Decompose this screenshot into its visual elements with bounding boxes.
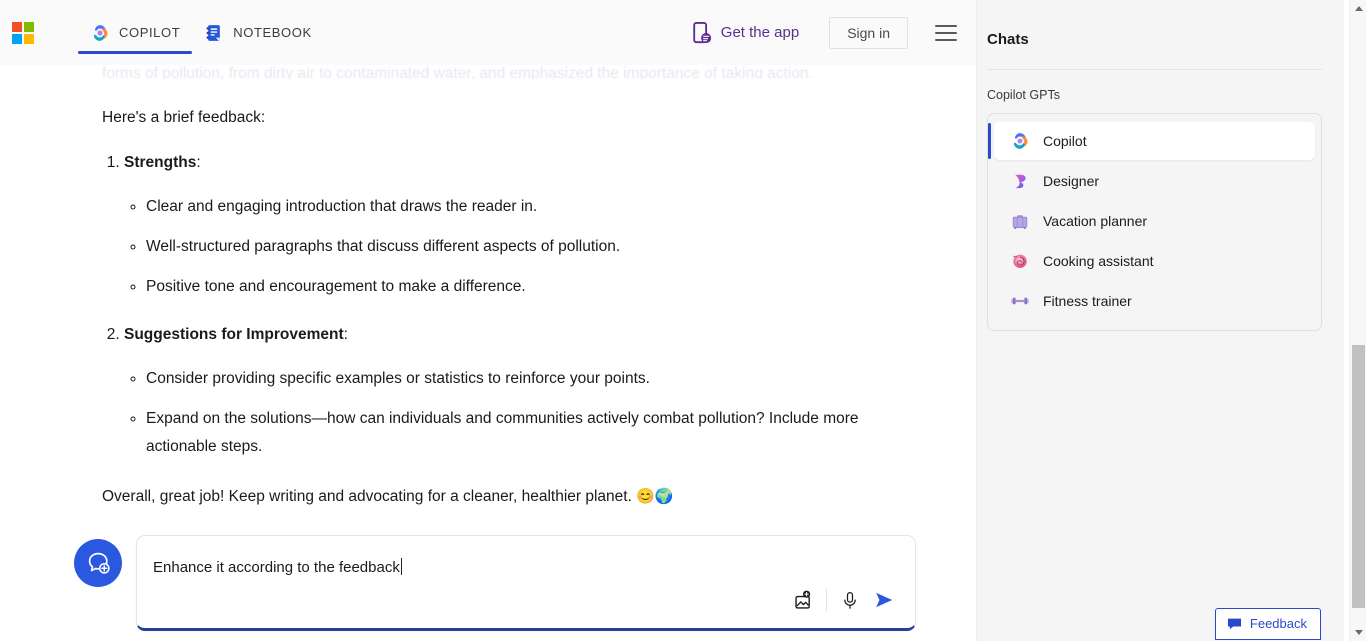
send-icon [873, 589, 895, 611]
feedback-lead-text: Here's a brief feedback: [102, 106, 916, 130]
nav-tabs: COPILOT NOTEBOOK [78, 0, 324, 65]
add-image-button[interactable] [786, 585, 820, 615]
right-sidebar: Chats Copilot GPTs Copilot [976, 0, 1344, 641]
microphone-button[interactable] [833, 585, 867, 615]
notebook-icon [204, 23, 224, 43]
previous-message-clipped-text: forms of pollution, from dirty air to co… [102, 65, 916, 79]
mobile-app-icon [691, 21, 713, 45]
sidebar-title: Chats [977, 0, 1344, 48]
add-image-icon [793, 590, 814, 611]
strengths-heading: Strengths: [124, 154, 201, 171]
tab-copilot[interactable]: COPILOT [78, 0, 192, 65]
microphone-icon [840, 590, 860, 611]
copilot-app: COPILOT NOTEBOOK [0, 0, 1366, 641]
conversation-scroll-region[interactable]: forms of pollution, from dirty air to co… [0, 65, 976, 521]
sidebar-item-label: Cooking assistant [1043, 253, 1154, 269]
text-caret [401, 558, 402, 575]
sign-in-button[interactable]: Sign in [829, 17, 908, 49]
tab-notebook[interactable]: NOTEBOOK [192, 0, 323, 65]
send-button[interactable] [867, 585, 901, 615]
composer-value: Enhance it according to the feedback [153, 559, 400, 576]
sidebar-item-copilot[interactable]: Copilot [994, 122, 1315, 160]
feedback-label: Feedback [1250, 616, 1307, 631]
app-header: COPILOT NOTEBOOK [0, 0, 976, 65]
copilot-icon [90, 23, 110, 43]
sidebar-item-vacation-planner[interactable]: Vacation planner [994, 202, 1315, 240]
scrollbar-up-arrow-icon[interactable] [1350, 0, 1366, 17]
sidebar-item-label: Vacation planner [1043, 213, 1147, 229]
outline-item-suggestions: Suggestions for Improvement: Consider pr… [124, 323, 916, 461]
sidebar-item-cooking-assistant[interactable]: Cooking assistant [994, 242, 1315, 280]
composer-actions [786, 585, 901, 615]
composer-input-text[interactable]: Enhance it according to the feedback [153, 558, 899, 578]
suitcase-icon [1010, 211, 1030, 231]
suggestions-bullets: Consider providing specific examples or … [146, 365, 916, 461]
assistant-message: forms of pollution, from dirty air to co… [0, 65, 976, 509]
list-item: Well-structured paragraphs that discuss … [146, 233, 916, 261]
sidebar-item-fitness-trainer[interactable]: Fitness trainer [994, 282, 1315, 320]
scrollbar-down-arrow-icon[interactable] [1350, 624, 1366, 641]
list-item: Consider providing specific examples or … [146, 365, 916, 393]
copilot-gpts-card: Copilot Designer [987, 113, 1322, 331]
sidebar-item-designer[interactable]: Designer [994, 162, 1315, 200]
sidebar-item-label: Fitness trainer [1043, 293, 1132, 309]
feedback-outline-list: Strengths: Clear and engaging introducti… [124, 151, 916, 461]
strengths-bullets: Clear and engaging introduction that dra… [146, 193, 916, 301]
scrollbar-thumb[interactable] [1352, 345, 1365, 608]
sidebar-item-label: Designer [1043, 173, 1099, 189]
hamburger-menu-icon[interactable] [930, 17, 962, 49]
main-column: COPILOT NOTEBOOK [0, 0, 976, 641]
sidebar-item-label: Copilot [1043, 133, 1087, 149]
cooking-pot-icon [1010, 251, 1030, 271]
speech-bubble-icon [1227, 617, 1242, 631]
new-chat-icon [85, 550, 111, 576]
dumbbell-icon [1010, 291, 1030, 311]
sidebar-section-label: Copilot GPTs [977, 70, 1344, 102]
list-item: Clear and engaging introduction that dra… [146, 193, 916, 221]
list-item: Expand on the solutions—how can individu… [146, 405, 906, 461]
header-actions: Get the app Sign in [681, 15, 976, 51]
feedback-button[interactable]: Feedback [1215, 608, 1321, 640]
closing-text: Overall, great job! Keep writing and adv… [102, 485, 916, 509]
tab-copilot-label: COPILOT [119, 25, 180, 40]
page-scrollbar[interactable] [1349, 0, 1366, 641]
get-the-app-button[interactable]: Get the app [681, 15, 809, 51]
composer-divider [826, 589, 827, 611]
closing-emojis: 😊🌍 [636, 488, 673, 505]
copilot-logo-icon [1010, 131, 1030, 151]
list-item: Positive tone and encouragement to make … [146, 273, 916, 301]
designer-icon [1010, 171, 1030, 191]
new-chat-button[interactable] [74, 539, 122, 587]
get-the-app-label: Get the app [721, 24, 799, 41]
message-composer[interactable]: Enhance it according to the feedback [136, 535, 916, 631]
closing-sentence: Overall, great job! Keep writing and adv… [102, 488, 632, 505]
suggestions-heading: Suggestions for Improvement: [124, 326, 348, 343]
composer-area: Enhance it according to the feedback [0, 521, 976, 641]
tab-notebook-label: NOTEBOOK [233, 25, 311, 40]
outline-item-strengths: Strengths: Clear and engaging introducti… [124, 151, 916, 301]
microsoft-logo[interactable] [12, 22, 34, 44]
